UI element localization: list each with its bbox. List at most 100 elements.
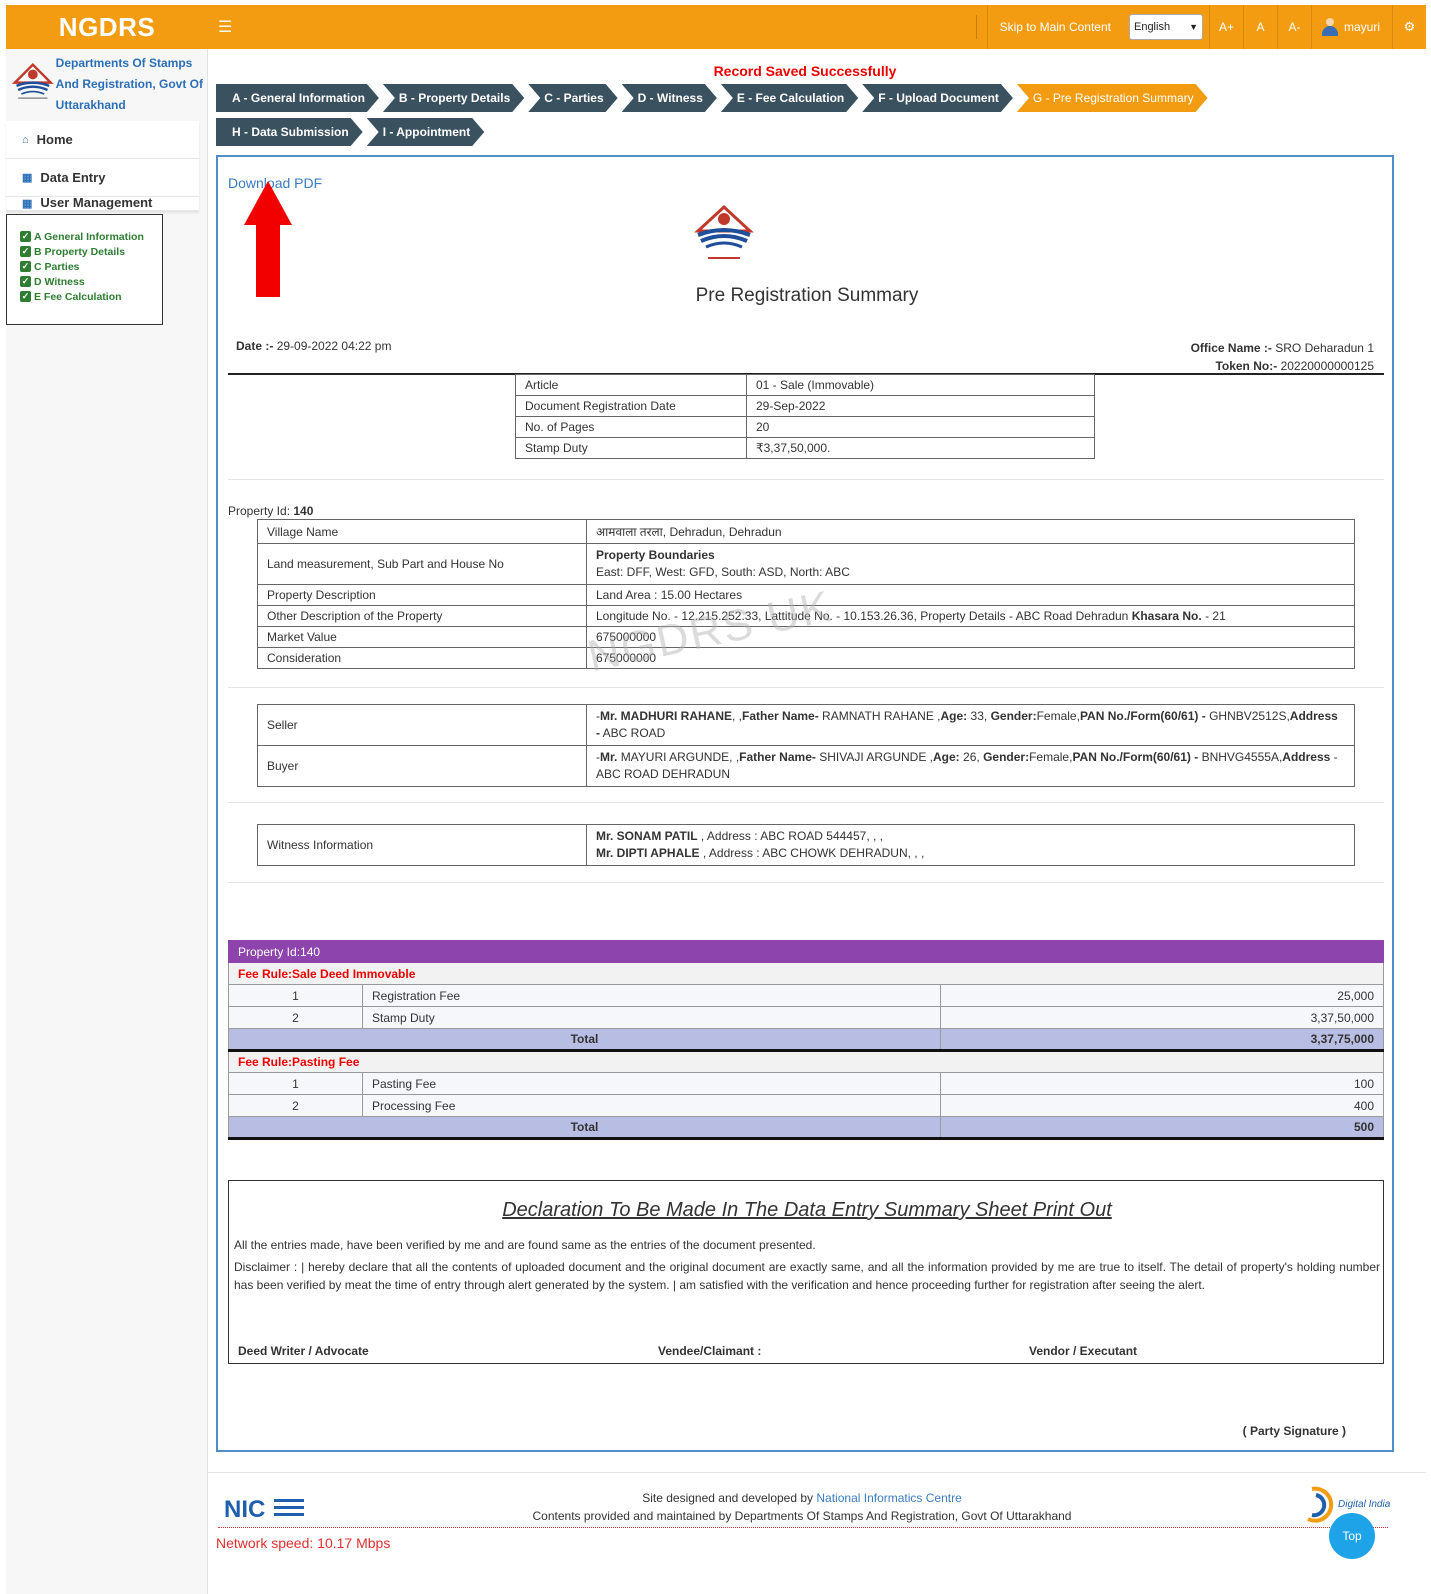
table-row: 1 Pasting Fee 100 <box>228 1072 1384 1095</box>
uttarakhand-emblem-icon <box>694 204 754 259</box>
declaration-text: All the entries made, have been verified… <box>234 1238 816 1252</box>
sidebar-item-user-management[interactable]: ▦ User Management <box>6 197 199 211</box>
language-select[interactable]: English ▼ <box>1128 14 1203 40</box>
fee-total-row: Total 3,37,75,000 <box>228 1028 1384 1052</box>
user-avatar-icon <box>1321 18 1338 36</box>
table-row: Property Description Land Area : 15.00 H… <box>257 584 1355 606</box>
sidebar: Departments Of Stamps And Registration, … <box>6 49 208 1594</box>
step-appointment[interactable]: I - Appointment <box>367 118 485 146</box>
table-row: Document Registration Date 29-Sep-2022 <box>515 395 1095 417</box>
step-checklist-popup: ✓ A General Information ✓ B Property Detai… <box>6 214 163 325</box>
fee-rule-row: Fee Rule:Sale Deed Immovable <box>228 962 1384 985</box>
table-row: Village Name आमवाला तरला, Dehradun, Dehr… <box>257 519 1355 544</box>
sidebar-item-home[interactable]: ⌂ Home <box>6 121 199 159</box>
top-navbar: NGDRS ☰ Skip to Main Content English ▼ A… <box>6 5 1426 49</box>
footer: NIC Site designed and developed by Natio… <box>208 1472 1426 1594</box>
signature-vendee: Vendee/Claimant : <box>658 1344 762 1358</box>
signature-vendor: Vendor / Executant <box>1029 1344 1138 1358</box>
wizard-steps-row: A - General Information B - Property Det… <box>216 84 1396 112</box>
step-fee-calculation[interactable]: E - Fee Calculation <box>721 84 858 112</box>
office-token-info: Office Name :- SRO Deharadun 1 Token No:… <box>1190 341 1374 373</box>
checklist-item: ✓ B Property Details <box>20 245 126 258</box>
table-row: Land measurement, Sub Part and House No … <box>257 543 1355 585</box>
declaration-box: Declaration To Be Made In The Data Entry… <box>228 1180 1384 1364</box>
fee-total-row: Total 500 <box>228 1116 1384 1140</box>
brand-logo[interactable]: NGDRS <box>6 12 208 43</box>
language-value: English <box>1133 21 1171 33</box>
sidebar-item-data-entry[interactable]: ▦ Data Entry <box>6 159 199 197</box>
checklist-item: ✓ A General Information <box>20 230 144 243</box>
svg-text:Digital India: Digital India <box>1338 1499 1390 1510</box>
wizard-steps-row: H - Data Submission I - Appointment <box>216 118 1396 146</box>
status-message: Record Saved Successfully <box>713 63 897 79</box>
skip-to-main-link[interactable]: Skip to Main Content <box>986 5 1123 49</box>
table-row: Market Value 675000000 <box>257 626 1355 648</box>
step-general-information[interactable]: A - General Information <box>216 84 379 112</box>
declaration-title: Declaration To Be Made In The Data Entry… <box>502 1199 1112 1221</box>
table-row: 1 Registration Fee 25,000 <box>228 984 1384 1007</box>
witness-table: Witness Information Mr. SONAM PATIL , Ad… <box>257 824 1355 866</box>
user-name: mayuri <box>1343 20 1380 34</box>
table-row: No. of Pages 20 <box>515 416 1095 438</box>
checklist-item: ✓ D Witness <box>20 275 85 288</box>
checkbox-checked-icon: ✓ <box>20 231 31 242</box>
gear-icon[interactable]: ⚙ <box>1392 5 1426 49</box>
fee-header-row: Property Id:140 <box>228 940 1384 963</box>
nic-link[interactable]: National Informatics Centre <box>816 1491 961 1505</box>
page-title: Pre Registration Summary <box>695 285 919 306</box>
table-row: Seller -Mr. MADHURI RAHANE, ,Father Name… <box>257 704 1355 746</box>
article-table: Article 01 - Sale (Immovable) Document Re… <box>515 374 1095 459</box>
hamburger-icon[interactable]: ☰ <box>218 17 232 37</box>
wizard-steps: A - General Information B - Property Det… <box>216 84 1396 152</box>
divider <box>218 1527 1388 1528</box>
red-arrow-up-icon <box>244 181 292 297</box>
date-line: Date :- 29-09-2022 04:22 pm <box>236 339 392 353</box>
table-row: 2 Processing Fee 400 <box>228 1094 1384 1117</box>
grid-icon: ▦ <box>22 198 33 210</box>
step-witness[interactable]: D - Witness <box>622 84 717 112</box>
step-data-submission[interactable]: H - Data Submission <box>216 118 363 146</box>
department-name: Departments Of Stamps And Registration, … <box>55 56 203 112</box>
table-row: Buyer -Mr. MAYURI ARGUNDE, ,Father Name-… <box>257 745 1355 787</box>
fee-table: Property Id:140 Fee Rule:Sale Deed Immov… <box>228 940 1384 1140</box>
checkbox-checked-icon: ✓ <box>20 291 31 302</box>
fee-rule-row: Fee Rule:Pasting Fee <box>228 1050 1384 1073</box>
checklist-item: ✓ E Fee Calculation <box>20 290 122 303</box>
party-signature: ( Party Signature ) <box>1242 1424 1346 1438</box>
table-row: 2 Stamp Duty 3,37,50,000 <box>228 1006 1384 1029</box>
divider <box>228 479 1384 480</box>
table-row: Consideration 675000000 <box>257 647 1355 669</box>
divider <box>228 687 1384 688</box>
step-property-details[interactable]: B - Property Details <box>383 84 524 112</box>
table-row: Other Description of the Property Longit… <box>257 605 1355 627</box>
uttarakhand-emblem-icon <box>11 62 54 99</box>
step-pre-registration-summary[interactable]: G - Pre Registration Summary <box>1017 84 1208 112</box>
divider <box>228 882 1384 883</box>
step-parties[interactable]: C - Parties <box>528 84 617 112</box>
parties-table: Seller -Mr. MADHURI RAHANE, ,Father Name… <box>257 704 1355 787</box>
footer-credits: Site designed and developed by National … <box>532 1491 1072 1523</box>
font-normal-button[interactable]: A <box>1242 5 1277 49</box>
checkbox-checked-icon: ✓ <box>20 246 31 257</box>
property-table: Village Name आमवाला तरला, Dehradun, Dehr… <box>257 519 1355 669</box>
home-icon: ⌂ <box>22 133 29 146</box>
chevron-down-icon: ▼ <box>1189 22 1198 32</box>
summary-panel: Download PDF Pre Registration Summary Da… <box>216 155 1394 1452</box>
font-decrease-button[interactable]: A- <box>1276 5 1311 49</box>
network-speed: Network speed: 10.17 Mbps <box>216 1535 391 1551</box>
checkbox-checked-icon: ✓ <box>20 276 31 287</box>
grid-icon: ▦ <box>22 172 33 184</box>
topbar-right: Skip to Main Content English ▼ A+ A A- m… <box>966 5 1426 49</box>
scroll-top-button[interactable]: Top <box>1329 1513 1375 1559</box>
user-menu[interactable]: mayuri <box>1310 5 1392 49</box>
font-increase-button[interactable]: A+ <box>1208 5 1243 49</box>
checkbox-checked-icon: ✓ <box>20 261 31 272</box>
signature-deed-writer: Deed Writer / Advocate <box>238 1344 369 1358</box>
table-row: Article 01 - Sale (Immovable) <box>515 374 1095 396</box>
step-upload-document[interactable]: F - Upload Document <box>862 84 1013 112</box>
department-header: Departments Of Stamps And Registration, … <box>6 49 207 113</box>
table-row: Witness Information Mr. SONAM PATIL , Ad… <box>257 824 1355 866</box>
table-row: Stamp Duty ₹3,37,50,000. <box>515 437 1095 459</box>
property-id-line: Property Id: 140 <box>228 504 314 518</box>
disclaimer-text: Disclaimer : | hereby declare that all t… <box>234 1260 1380 1292</box>
